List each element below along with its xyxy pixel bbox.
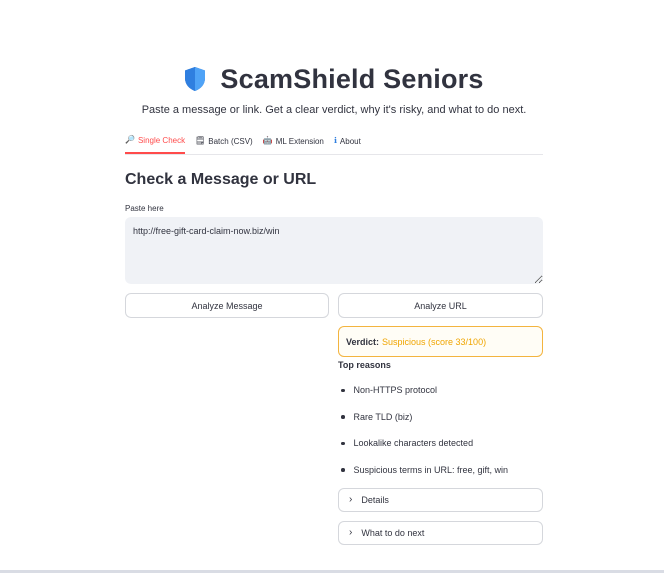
bullet-icon	[341, 388, 345, 393]
app-title: ScamShield Seniors	[220, 63, 484, 94]
reasons-title: Top reasons	[338, 360, 391, 370]
reason-text: Suspicious terms in URL: free, gift, win	[353, 465, 509, 476]
tab-bar: 🔎 Single Check 🗒 Batch (CSV) 🤖 ML Extens…	[125, 134, 543, 155]
bullet-icon	[341, 441, 345, 446]
tab-batch-csv[interactable]: 🗒 Batch (CSV)	[195, 134, 253, 154]
tab-label: Single Check	[137, 135, 186, 145]
tab-label: Batch (CSV)	[208, 136, 253, 146]
tab-label: About	[339, 136, 361, 146]
reasons-list: Non-HTTPS protocol Rare TLD (biz) Lookal…	[338, 377, 543, 483]
analyze-message-button[interactable]: Analyze Message	[125, 293, 329, 318]
reason-text: Lookalike characters detected	[353, 438, 474, 449]
list-item: Lookalike characters detected	[338, 430, 543, 457]
tab-label: ML Extension	[275, 136, 324, 146]
expander-label: Details	[361, 495, 389, 505]
verdict-box: Verdict: Suspicious (score 33/100)	[338, 326, 543, 357]
list-item: Suspicious terms in URL: free, gift, win	[338, 457, 543, 484]
magnifier-icon: 🔎	[125, 135, 135, 144]
next-steps-expander[interactable]: › What to do next	[338, 521, 543, 545]
section-heading: Check a Message or URL	[125, 171, 317, 188]
paste-label: Paste here	[125, 204, 164, 213]
robot-icon: 🤖	[262, 136, 273, 145]
bullet-icon	[341, 415, 345, 419]
app-subtitle: Paste a message or link. Get a clear ver…	[141, 104, 527, 116]
reason-text: Non-HTTPS protocol	[353, 385, 438, 396]
bullet-icon	[341, 468, 345, 472]
reason-text: Rare TLD (biz)	[353, 411, 413, 422]
list-item: Non-HTTPS protocol	[338, 377, 543, 404]
info-icon: ℹ	[333, 136, 337, 145]
chevron-right-icon: ›	[349, 527, 353, 538]
tab-single-check[interactable]: 🔎 Single Check	[125, 134, 186, 154]
details-expander[interactable]: › Details	[338, 488, 543, 512]
expander-label: What to do next	[361, 528, 425, 538]
list-item: Rare TLD (biz)	[338, 404, 543, 431]
shield-icon	[185, 67, 206, 91]
app-header: ScamShield Seniors	[125, 62, 543, 96]
verdict-label: Verdict:	[346, 336, 380, 347]
analyze-url-button[interactable]: Analyze URL	[338, 293, 543, 318]
notepad-icon: 🗒	[195, 136, 206, 145]
tab-ml-extension[interactable]: 🤖 ML Extension	[263, 134, 324, 154]
chevron-right-icon: ›	[349, 494, 353, 505]
message-input[interactable]: http://free-gift-card-claim-now.biz/win	[125, 217, 543, 284]
verdict-value: Suspicious (score 33/100)	[382, 336, 487, 347]
tab-about[interactable]: ℹ About	[334, 134, 361, 154]
